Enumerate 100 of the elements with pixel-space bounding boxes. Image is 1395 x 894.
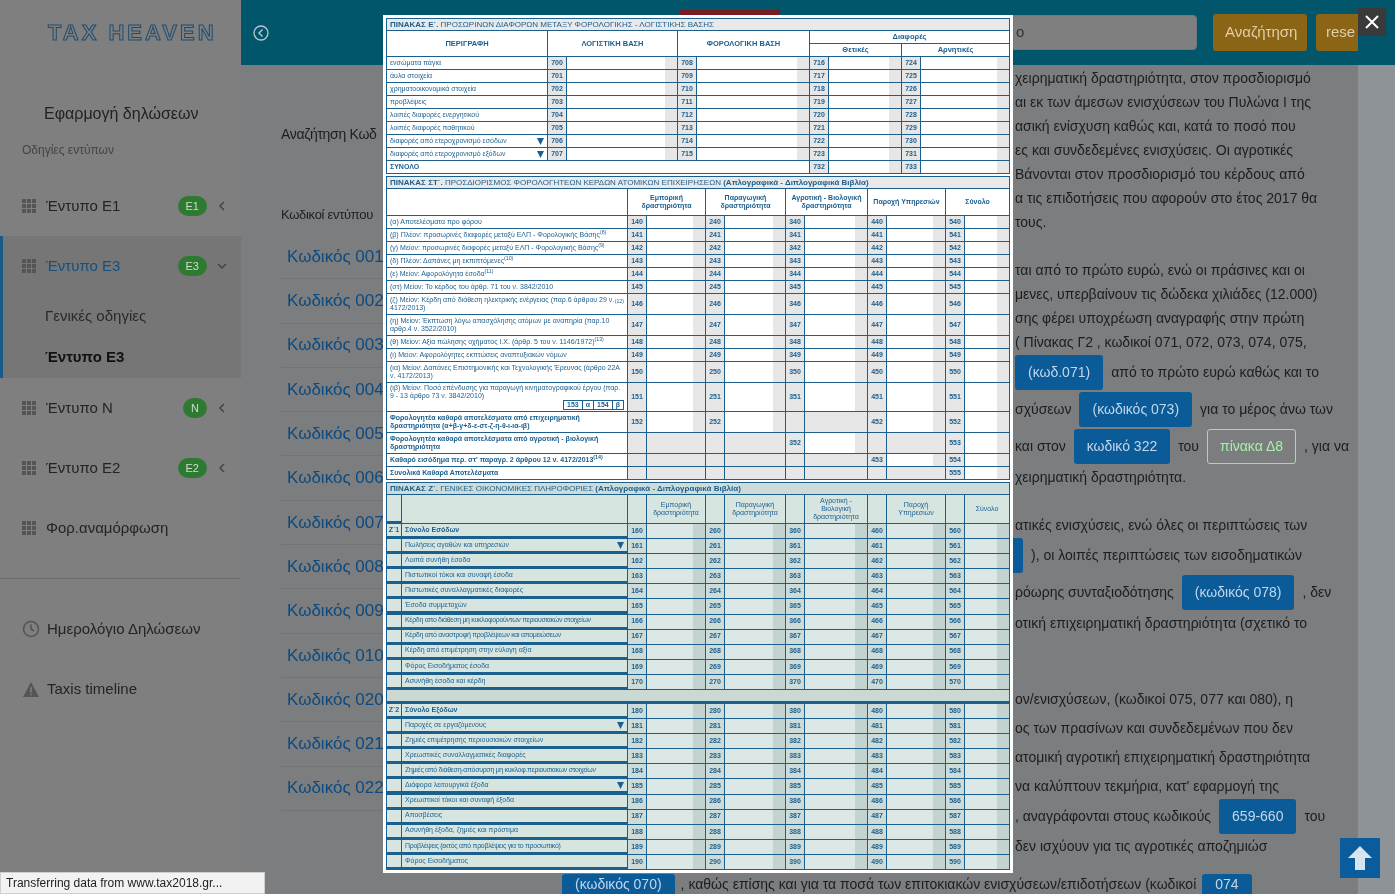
form-field (647, 294, 705, 314)
sidebar-item[interactable]: Έντυπο Ε3 E3 (3, 236, 241, 296)
form-field (805, 779, 867, 794)
form-field (965, 216, 1009, 228)
code-link[interactable]: Κωδικός 022 (281, 775, 384, 801)
action-button[interactable]: rese (1316, 14, 1358, 51)
form-field (965, 383, 1009, 411)
table-link[interactable]: πίνακα Δ8 (1207, 429, 1297, 464)
paragraph-text: του (1304, 807, 1326, 826)
back-to-top-button[interactable] (1340, 838, 1380, 878)
sidebar-item[interactable]: Έντυπο Ε1 E1 (3, 176, 241, 236)
form-field (805, 569, 867, 584)
form-field (965, 569, 1009, 584)
code-link[interactable]: Κωδικός 002 (281, 288, 384, 314)
form-field (829, 122, 901, 134)
form-field (805, 764, 867, 779)
form-field (887, 839, 945, 854)
code-link[interactable]: Κωδικός 004 (281, 376, 384, 403)
code-link[interactable]: Κωδικός 005 (281, 421, 384, 447)
form-field (725, 794, 785, 809)
form-field (829, 135, 901, 147)
form-field (965, 659, 1009, 674)
sidebar-item[interactable]: Έντυπο Ε2 E2 (3, 438, 241, 498)
code-link[interactable]: Κωδικός 007 (281, 509, 384, 536)
grid-icon (22, 521, 36, 535)
form-field (647, 599, 705, 614)
form-field (725, 644, 785, 659)
paragraph-text: ος των πρασίνων και συνδεδεμένων που δεν (1015, 719, 1294, 738)
sidebar-item[interactable]: Ημερολόγιο Δηλώσεων (0, 599, 241, 659)
form-field (725, 242, 785, 254)
form-field (725, 839, 785, 854)
form-field (965, 255, 1009, 267)
code-link[interactable]: (κωδικός 073) (1079, 392, 1193, 427)
paragraph-text: , δεν (1302, 583, 1332, 602)
sidebar-item[interactable]: Taxis timeline (0, 659, 241, 719)
form-field (805, 854, 867, 869)
sidebar-item[interactable]: Φορ.αναμόρφωση (3, 498, 241, 558)
code-link[interactable]: Κωδικός 008 (281, 553, 384, 580)
form-field (965, 281, 1009, 293)
code-link[interactable]: 659-660 (1219, 799, 1297, 834)
form-field (725, 659, 785, 674)
code-link[interactable]: Κωδικός 006 (281, 465, 384, 491)
close-button[interactable] (1358, 8, 1386, 36)
form-field (725, 554, 785, 569)
submenu-item[interactable]: Γενικές οδηγίες (3, 296, 241, 337)
code-link[interactable]: Κωδικός 020 (281, 686, 384, 713)
form-field (965, 749, 1009, 764)
code-link[interactable]: Κωδικός 009 (281, 598, 384, 624)
code-link[interactable]: Κωδικός 010 (281, 642, 384, 669)
app-title: Εφαρμογή δηλώσεων (43, 104, 200, 124)
form-field (887, 216, 945, 228)
form-field (647, 809, 705, 824)
form-field (725, 315, 785, 335)
code-link[interactable]: Κωδικός 003 (281, 332, 384, 358)
form-field (965, 294, 1009, 314)
form-field (965, 467, 1009, 479)
form-field (805, 749, 867, 764)
form-field (647, 336, 705, 348)
form-field (965, 824, 1009, 839)
form-field (725, 216, 785, 228)
paragraph-text: , αναγράφονται στους κωδικούς (1015, 807, 1212, 826)
form-field (887, 614, 945, 629)
submenu-item[interactable]: Έντυπο Ε3 (3, 337, 241, 378)
form-field (805, 554, 867, 569)
item-label: Έντυπο Ε2 (46, 457, 122, 478)
paragraph-text: να καλύπτουν τεκμήρια, κατ' εφαρμογή της (1015, 777, 1280, 796)
form-field (805, 719, 867, 734)
form-field (805, 349, 867, 361)
code-link[interactable]: Κωδικός 001 (281, 243, 384, 270)
form-field (887, 674, 945, 689)
form-field (725, 569, 785, 584)
form-field (805, 794, 867, 809)
form-field (887, 629, 945, 644)
form-field (805, 644, 867, 659)
item-label: Taxis timeline (47, 678, 138, 699)
code-link[interactable]: 074 (1202, 874, 1252, 894)
form-field (829, 70, 901, 82)
code-link[interactable]: κωδικό 322 (1073, 429, 1171, 464)
form-field (805, 629, 867, 644)
grid-icon (22, 401, 36, 415)
paragraph-text: τους. (1015, 212, 1047, 232)
form-field (647, 839, 705, 854)
form-field (647, 255, 705, 267)
form-field (887, 315, 945, 335)
action-button[interactable]: Αναζήτηση (1213, 14, 1307, 51)
paragraph-text: ), οι λοιπές περιπτώσεις των εισοδηματικών (1031, 546, 1303, 565)
search-field[interactable]: ο (1013, 15, 1197, 50)
code-link[interactable]: Κωδικός 021 (281, 731, 384, 757)
form-field (647, 216, 705, 228)
code-link[interactable]: (κωδικός 070) (562, 874, 675, 894)
sidebar-item[interactable]: Έντυπο Ν N (3, 378, 241, 438)
form-field (725, 824, 785, 839)
grid-icon (22, 199, 36, 213)
form-field (965, 764, 1009, 779)
code-link[interactable]: (κωδ.071) (1015, 355, 1104, 390)
code-link[interactable]: (κωδικός 078) (1181, 575, 1295, 610)
form-field (647, 349, 705, 361)
form-field (829, 148, 901, 160)
form-field (805, 614, 867, 629)
form-field (725, 614, 785, 629)
